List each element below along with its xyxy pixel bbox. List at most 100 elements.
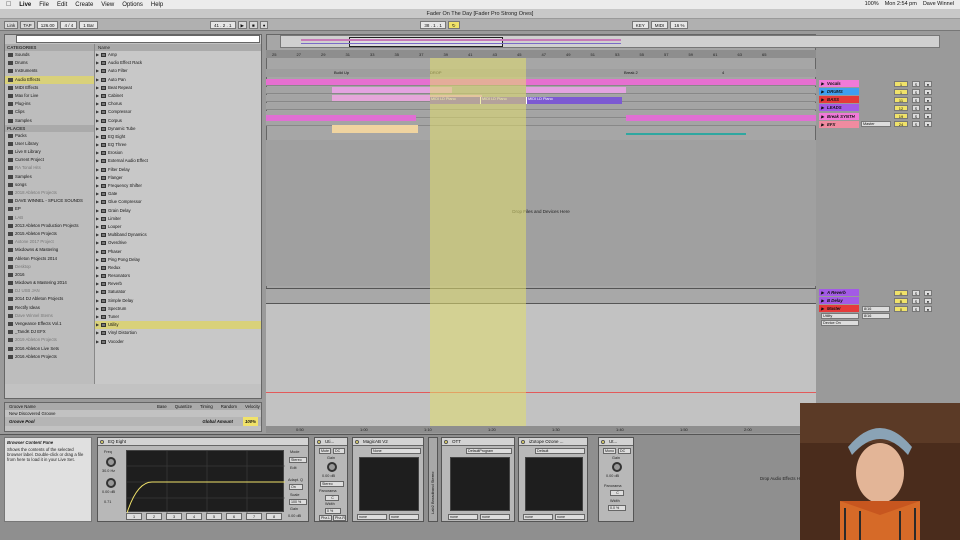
loop-switch[interactable]: ↻: [447, 20, 460, 29]
place-item[interactable]: EP: [5, 205, 94, 213]
place-item[interactable]: Mixdown & Mastering 2014: [5, 279, 94, 287]
browser-item-overdrive[interactable]: ▶ Overdrive: [95, 239, 261, 247]
device-power-icon[interactable]: [521, 440, 525, 444]
expand-arrow-icon[interactable]: ▶: [96, 108, 99, 116]
place-item[interactable]: _TandK DJ EFX: [5, 328, 94, 336]
solo-button[interactable]: S: [912, 297, 920, 304]
place-item[interactable]: Axtone 2017 Project: [5, 238, 94, 246]
ozone-display[interactable]: [525, 457, 583, 511]
expand-arrow-icon[interactable]: ▶: [96, 149, 99, 157]
arm-button[interactable]: ●: [924, 121, 932, 128]
place-item[interactable]: 2016 Ableton Projects: [5, 353, 94, 361]
expand-arrow-icon[interactable]: ▶: [96, 84, 99, 92]
track-activator[interactable]: 0: [894, 305, 908, 312]
place-item[interactable]: Samples: [5, 173, 94, 181]
category-plug-ins[interactable]: Plug-ins: [5, 100, 94, 108]
arm-button[interactable]: ●: [924, 113, 932, 120]
eq-band-8-button[interactable]: 8: [266, 513, 282, 520]
device-power-icon[interactable]: [317, 440, 321, 444]
expand-arrow-icon[interactable]: ▶: [96, 190, 99, 198]
category-audio-effects[interactable]: Audio Effects: [5, 75, 94, 84]
ott-select-b[interactable]: none: [480, 514, 510, 520]
eq-mode-select[interactable]: Stereo: [289, 457, 307, 463]
track-name[interactable]: ▶ B Delay: [819, 297, 859, 305]
category-midi-effects[interactable]: MIDI Effects: [5, 84, 94, 92]
browser-item-beat-repeat[interactable]: ▶ Beat Repeat: [95, 84, 261, 92]
locator-lane[interactable]: Build UpDROPBreak 24: [266, 69, 816, 77]
solo-button[interactable]: S: [912, 113, 920, 120]
lane-leads[interactable]: [266, 103, 816, 110]
master-out[interactable]: 8/16: [862, 313, 890, 319]
key-map-button[interactable]: KEY: [631, 20, 649, 29]
track-activator[interactable]: 12: [894, 104, 908, 111]
utility-dc-button[interactable]: DC: [333, 448, 345, 454]
expand-arrow-icon[interactable]: ▶: [96, 313, 99, 321]
locator-marker[interactable]: 4: [722, 70, 724, 75]
category-clips[interactable]: Clips: [5, 108, 94, 116]
clip-break-synth[interactable]: [266, 115, 416, 121]
menu-edit[interactable]: Edit: [57, 2, 67, 8]
eq-freq-knob[interactable]: [106, 457, 116, 467]
browser-item-reverb[interactable]: ▶ Reverb: [95, 280, 261, 288]
place-item[interactable]: 2013 Ableton Production Projects: [5, 222, 94, 230]
browser-item-eq-eight[interactable]: ▶ EQ Eight: [95, 133, 261, 141]
ott-preset[interactable]: DefaultProgram: [466, 448, 512, 454]
browser-item-corpus[interactable]: ▶ Corpus: [95, 117, 261, 125]
browser-item-limiter[interactable]: ▶ Limiter: [95, 215, 261, 223]
track-header[interactable]: ▶ B Delay B S ●: [819, 297, 943, 305]
eq-eight-title[interactable]: EQ Eight: [98, 438, 308, 446]
category-max-for-live[interactable]: Max for Live: [5, 92, 94, 100]
expand-arrow-icon[interactable]: ▶: [96, 272, 99, 280]
global-amount-value[interactable]: 100%: [243, 417, 258, 426]
track-header[interactable]: ▶ A Reverb A S ●: [819, 289, 943, 297]
ozone-preset[interactable]: Default: [535, 448, 585, 454]
expand-arrow-icon[interactable]: ▶: [96, 338, 99, 346]
track-header[interactable]: ▶ Vocals 1 S ●: [819, 80, 943, 88]
expand-arrow-icon[interactable]: ▶: [96, 248, 99, 256]
place-item[interactable]: Current Project: [5, 156, 94, 164]
tempo-field[interactable]: 126.00: [36, 20, 59, 29]
eq-band-3-button[interactable]: 3: [166, 513, 182, 520]
arm-button[interactable]: ●: [924, 289, 932, 296]
browser-item-glue-compressor[interactable]: ▶ Glue Compressor: [95, 198, 261, 206]
place-item[interactable]: Packs: [5, 132, 94, 140]
menu-help[interactable]: Help: [151, 2, 163, 8]
magicab-display[interactable]: [359, 457, 419, 511]
track-activator[interactable]: 1: [894, 80, 908, 87]
output-routing[interactable]: Master: [861, 121, 891, 128]
user-name[interactable]: Dave Winnel: [923, 1, 954, 7]
category-drums[interactable]: Drums: [5, 59, 94, 67]
loop-start-display[interactable]: 38 . 1 . 1: [420, 20, 446, 29]
arm-button[interactable]: ●: [924, 305, 932, 312]
track-activator[interactable]: 19: [894, 113, 908, 120]
fold-arrow-icon[interactable]: ▶: [821, 297, 824, 304]
expand-arrow-icon[interactable]: ▶: [96, 182, 99, 190]
fold-arrow-icon[interactable]: ▶: [821, 96, 824, 103]
place-item[interactable]: 2015 Ableton Projects: [5, 230, 94, 238]
play-button[interactable]: ▶: [237, 20, 247, 29]
browser-item-multiband-dynamics[interactable]: ▶ Multiband Dynamics: [95, 231, 261, 239]
arm-button[interactable]: ●: [924, 88, 932, 95]
browser-item-utility[interactable]: ▶ Utility: [95, 321, 261, 330]
browser-item-gate[interactable]: ▶ Gate: [95, 190, 261, 198]
expand-arrow-icon[interactable]: ▶: [96, 76, 99, 84]
beat-ruler[interactable]: 25 27 29 31 33 35 37 39 41 43 45 47 49 51 53 55 57 59 61 63…: [266, 50, 816, 58]
expand-arrow-icon[interactable]: ▶: [96, 174, 99, 182]
utility-stereo-select[interactable]: Stereo: [320, 481, 344, 487]
browser-item-eq-three[interactable]: ▶ EQ Three: [95, 141, 261, 149]
place-item[interactable]: Mixdowns & Mastering: [5, 246, 94, 254]
eq-scale-value[interactable]: 100 %: [289, 499, 307, 505]
fold-arrow-icon[interactable]: ▶: [821, 104, 824, 111]
track-name[interactable]: ▶ LEADS: [819, 104, 859, 112]
place-item[interactable]: 2016: [5, 271, 94, 279]
master-cue-out[interactable]: 8/16: [862, 306, 890, 312]
eq-band-6-button[interactable]: 6: [226, 513, 242, 520]
track-header[interactable]: ▶ Break SYNTH 19 S ●: [819, 112, 943, 120]
expand-arrow-icon[interactable]: ▶: [96, 59, 99, 67]
track-name[interactable]: ▶ DRUMS: [819, 88, 859, 96]
track-name[interactable]: ▶ EFX: [819, 120, 859, 128]
eq-band-1-button[interactable]: 1: [126, 513, 142, 520]
browser-item-phaser[interactable]: ▶ Phaser: [95, 248, 261, 256]
place-item[interactable]: LAB: [5, 214, 94, 222]
solo-button[interactable]: S: [912, 289, 920, 296]
